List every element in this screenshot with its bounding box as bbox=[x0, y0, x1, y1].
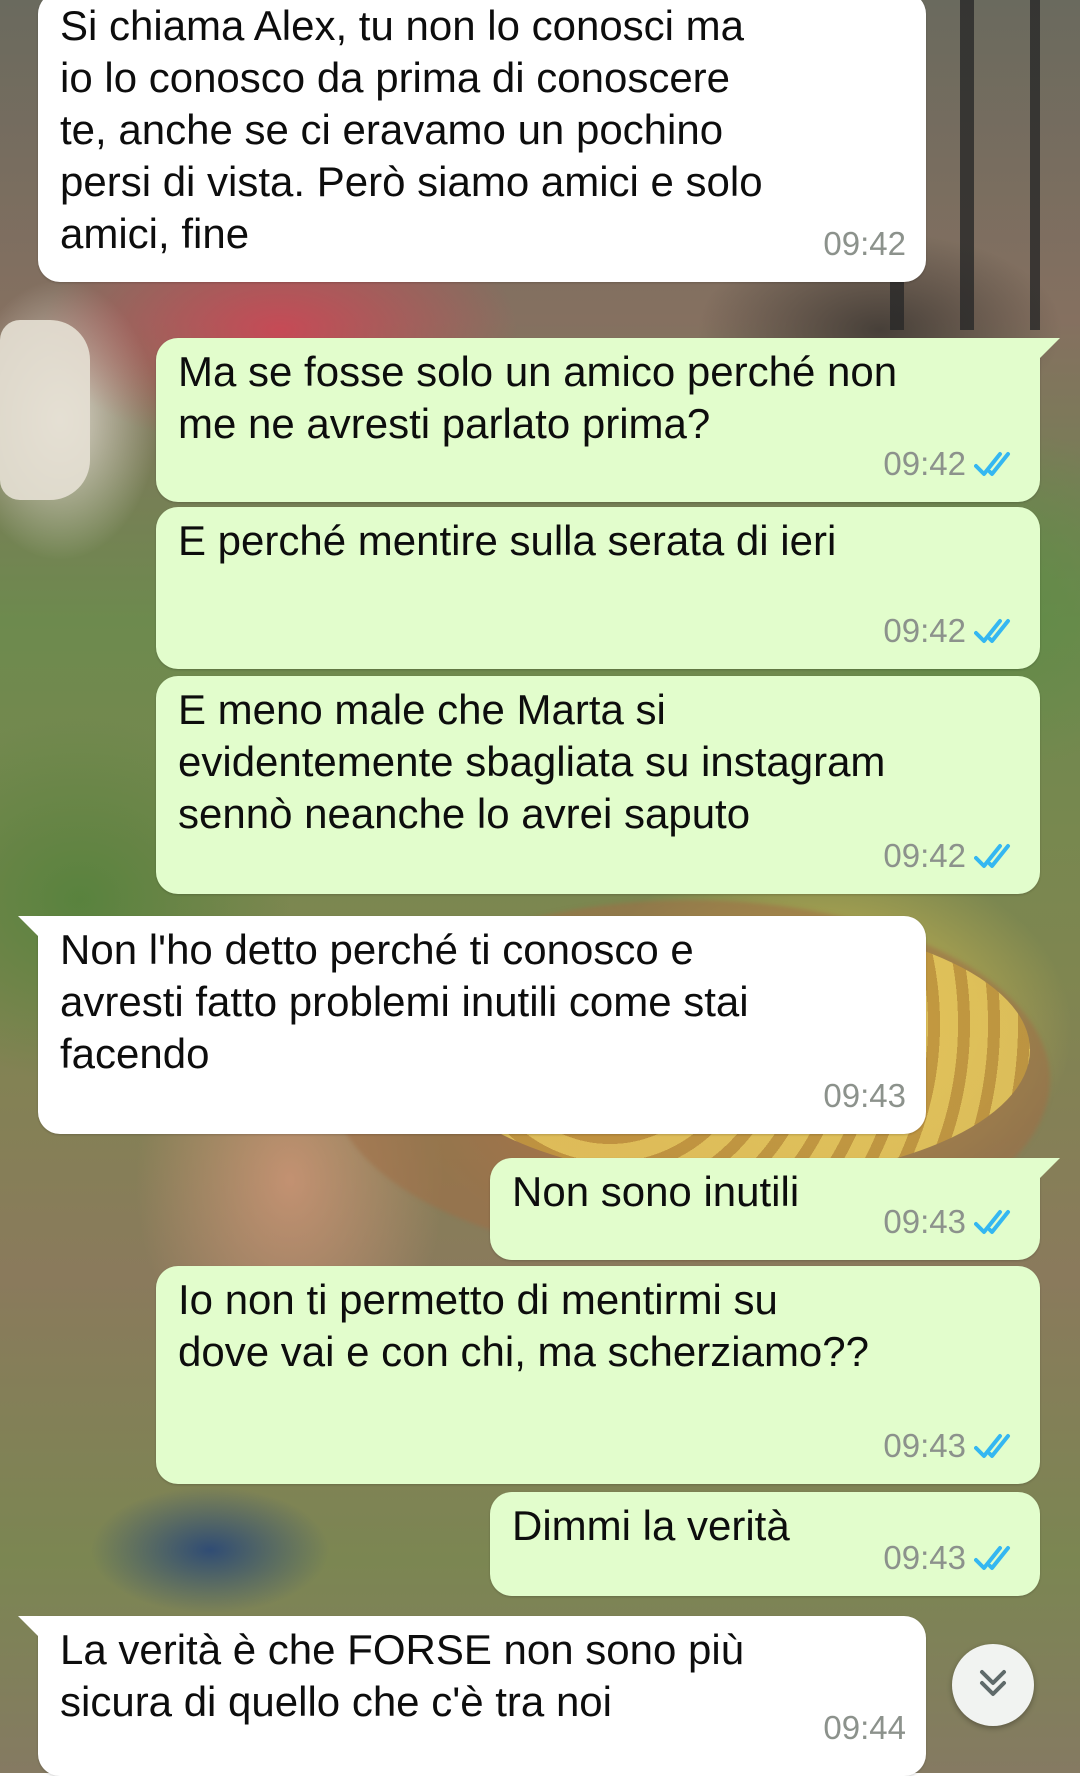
message-time: 09:44 bbox=[823, 1709, 906, 1746]
message-text: La verità è che FORSE non sono più sicur… bbox=[60, 1626, 745, 1725]
message-text: E perché mentire sulla serata di ieri bbox=[178, 517, 837, 564]
double-chevron-down-icon bbox=[973, 1663, 1013, 1708]
message-text: Si chiama Alex, tu non lo conosci ma io … bbox=[60, 2, 763, 257]
outgoing-message[interactable]: Non sono inutili 09:43 bbox=[490, 1158, 1060, 1260]
message-time: 09:42 bbox=[883, 612, 966, 649]
double-check-icon bbox=[974, 1544, 1020, 1572]
message-meta: 09:43 bbox=[883, 1196, 1020, 1248]
double-check-icon bbox=[974, 1208, 1020, 1236]
message-meta: 09:42 bbox=[883, 605, 1020, 657]
double-check-icon bbox=[974, 842, 1020, 870]
incoming-message[interactable]: Non l'ho detto perché ti conosco e avres… bbox=[18, 916, 926, 1134]
message-meta: 09:42 bbox=[823, 218, 906, 270]
message-meta: 09:42 bbox=[883, 438, 1020, 490]
message-meta: 09:42 bbox=[883, 830, 1020, 882]
incoming-message[interactable]: La verità è che FORSE non sono più sicur… bbox=[18, 1616, 926, 1776]
message-text: E meno male che Marta si evidentemente s… bbox=[178, 686, 886, 837]
outgoing-message[interactable]: E perché mentire sulla serata di ieri 09… bbox=[156, 507, 1040, 669]
outgoing-message[interactable]: Io non ti permetto di mentirmi su dove v… bbox=[156, 1266, 1040, 1484]
message-list[interactable]: Si chiama Alex, tu non lo conosci ma io … bbox=[0, 0, 1080, 1776]
double-check-icon bbox=[974, 617, 1020, 645]
message-time: 09:42 bbox=[883, 837, 966, 874]
outgoing-message[interactable]: E meno male che Marta si evidentemente s… bbox=[156, 676, 1040, 894]
message-meta: 09:43 bbox=[823, 1070, 906, 1122]
message-text: Io non ti permetto di mentirmi su dove v… bbox=[178, 1276, 870, 1375]
message-time: 09:43 bbox=[883, 1427, 966, 1464]
outgoing-message[interactable]: Dimmi la verità 09:43 bbox=[490, 1492, 1040, 1596]
message-meta: 09:44 bbox=[823, 1702, 906, 1754]
scroll-to-bottom-button[interactable] bbox=[952, 1644, 1034, 1726]
message-meta: 09:43 bbox=[883, 1532, 1020, 1584]
message-time: 09:42 bbox=[823, 225, 906, 262]
incoming-message[interactable]: Si chiama Alex, tu non lo conosci ma io … bbox=[38, 0, 926, 282]
message-text: Non l'ho detto perché ti conosco e avres… bbox=[60, 926, 749, 1077]
double-check-icon bbox=[974, 450, 1020, 478]
double-check-icon bbox=[974, 1432, 1020, 1460]
message-time: 09:43 bbox=[823, 1077, 906, 1114]
outgoing-message[interactable]: Ma se fosse solo un amico perché non me … bbox=[156, 338, 1060, 502]
message-text: Ma se fosse solo un amico perché non me … bbox=[178, 348, 898, 447]
message-meta: 09:43 bbox=[883, 1420, 1020, 1472]
message-time: 09:43 bbox=[883, 1203, 966, 1240]
message-time: 09:42 bbox=[883, 445, 966, 482]
message-time: 09:43 bbox=[883, 1539, 966, 1576]
